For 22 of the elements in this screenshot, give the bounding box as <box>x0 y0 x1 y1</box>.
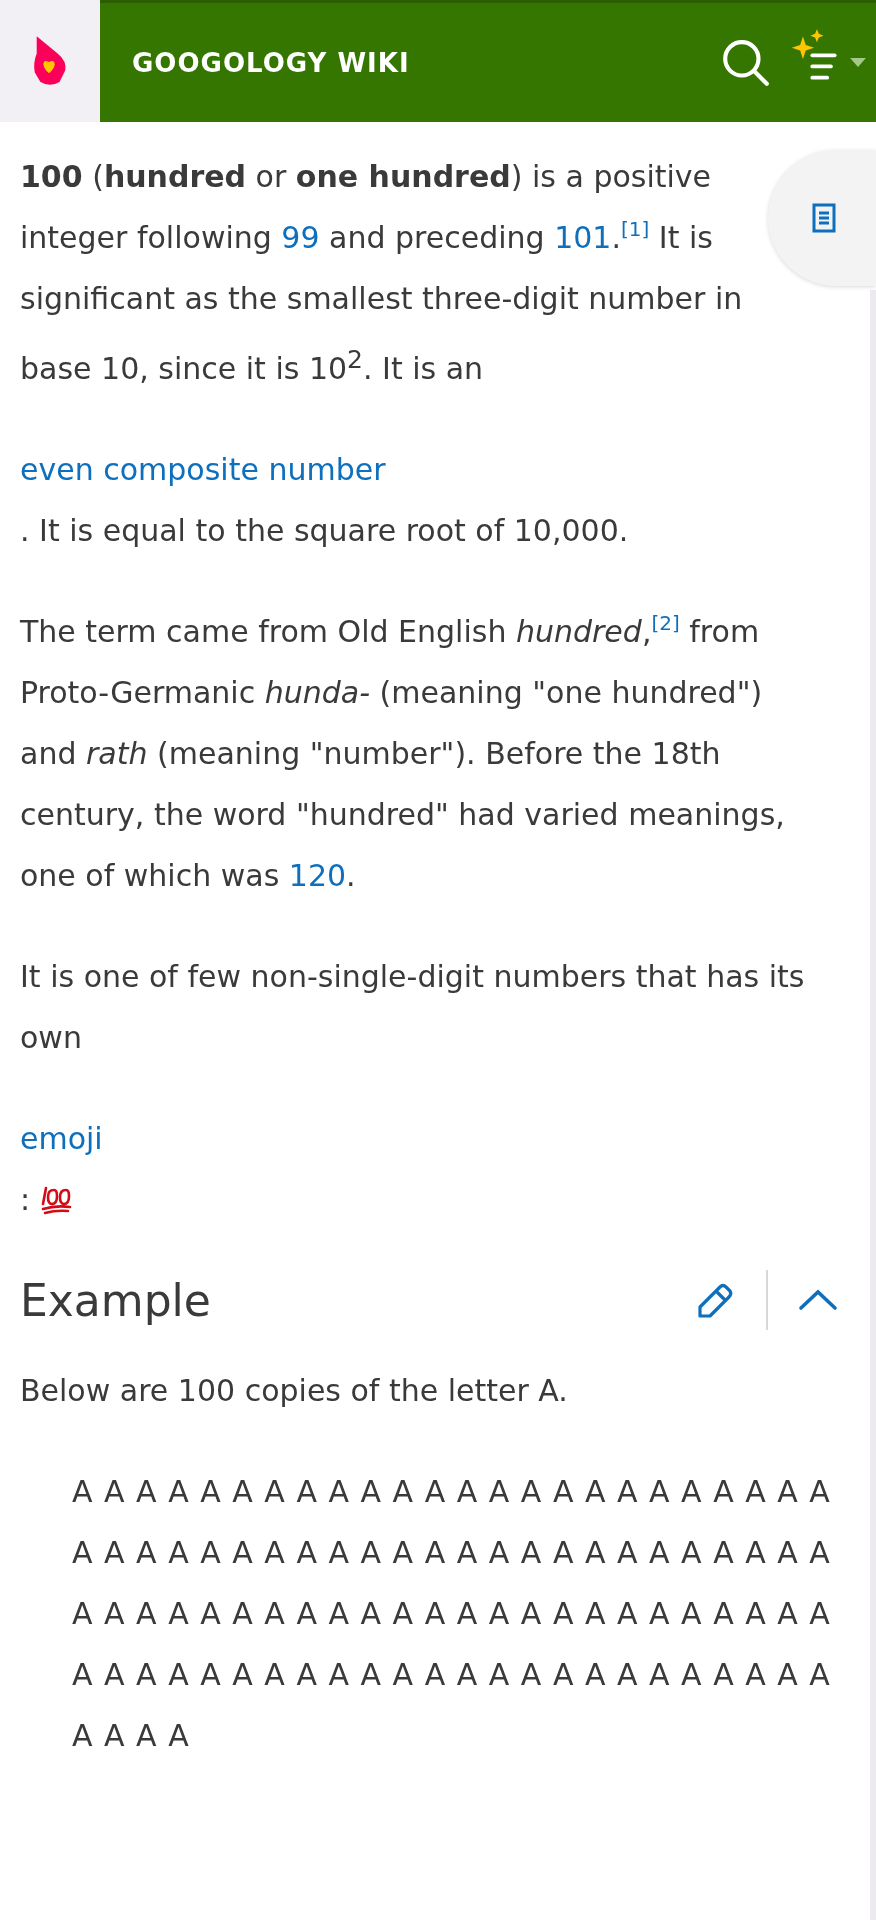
letter-line: A A A A <box>72 1717 189 1755</box>
letter-line: A A A A A A A A A A A A A A A A A A A A A A A A <box>72 1473 830 1511</box>
paragraph: Below are 100 copies of the letter A. <box>20 1372 569 1410</box>
chevron-icon[interactable] <box>798 1289 838 1311</box>
letter-line: A A A A A A A A A A A A A A A A A A A A A A A A <box>72 1656 830 1694</box>
list-icon <box>812 203 836 233</box>
article-link[interactable]: emoji <box>20 1121 103 1156</box>
caret-icon[interactable] <box>850 58 866 67</box>
number-link[interactable]: 120 <box>288 858 347 893</box>
paragraph: The term came from Old English hundred,$^{[2]}$ from Proto-Germanic hunda- (meaning "one hundred") and rath (meaning "number"). Before the 18th century, the word "hundred" had varied meanings, one of which was 120. <box>20 610 786 895</box>
reference-link[interactable]: [2] <box>651 611 680 635</box>
paragraph: It is one of few non-single-digit numbers that has its own <box>20 958 806 1057</box>
article-link[interactable]: even composite number <box>20 452 386 487</box>
wiki-title[interactable]: GOOGOLOGY WIKI <box>132 47 720 78</box>
number-link[interactable]: 99 <box>281 220 320 255</box>
letter-line: A A A A A A A A A A A A A A A A A A A A A A A A <box>72 1534 830 1572</box>
reference-link[interactable]: [1] <box>620 217 650 241</box>
section-heading: Example <box>20 1274 212 1326</box>
paragraph: : <box>20 1169 816 1230</box>
number-link[interactable]: 101 <box>554 220 612 255</box>
letter-line: A A A A A A A A A A A A A A A A A A A A A A A A <box>72 1595 830 1633</box>
paragraph: . It is equal to the square root of 10,000. <box>20 512 630 550</box>
